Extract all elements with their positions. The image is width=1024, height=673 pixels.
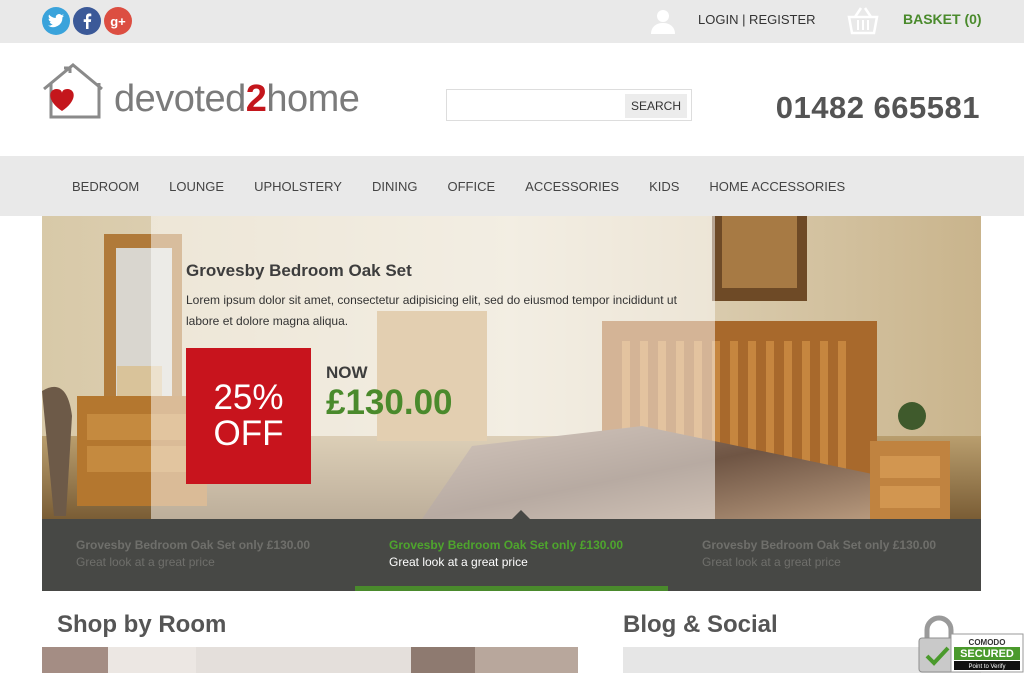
main-nav: BEDROOM LOUNGE UPHOLSTERY DINING OFFICE … bbox=[0, 156, 1024, 216]
hero-title: Grovesby Bedroom Oak Set bbox=[186, 261, 412, 280]
slide-tab-title: Grovesby Bedroom Oak Set only £130.00 bbox=[702, 538, 937, 552]
user-icon[interactable] bbox=[650, 8, 676, 34]
phone-number: 01482 665581 bbox=[775, 90, 980, 125]
login-register-link[interactable]: LOGIN | REGISTER bbox=[698, 12, 816, 27]
comodo-secured-badge[interactable]: COMODO SECURED Point to Verify bbox=[913, 614, 1024, 673]
slide-tab-subtitle: Great look at a great price bbox=[702, 555, 841, 569]
hero-bedroom-image bbox=[42, 216, 981, 519]
twitter-icon[interactable] bbox=[42, 7, 70, 35]
now-label: NOW bbox=[326, 363, 368, 382]
search-button[interactable]: SEARCH bbox=[624, 94, 687, 118]
nav-item-office[interactable]: OFFICE bbox=[447, 179, 495, 194]
blog-social-heading: Blog & Social bbox=[623, 611, 778, 638]
slider-tabs: Grovesby Bedroom Oak Set only £130.00 Gr… bbox=[42, 519, 981, 591]
logo-wordmark[interactable]: devoted2home bbox=[114, 78, 360, 121]
nav-item-bedroom[interactable]: BEDROOM bbox=[72, 179, 139, 194]
slide-tab-subtitle: Great look at a great price bbox=[76, 555, 215, 569]
facebook-icon[interactable] bbox=[73, 7, 101, 35]
search-box: SEARCH bbox=[446, 89, 692, 121]
slide-tab-title: Grovesby Bedroom Oak Set only £130.00 bbox=[389, 538, 624, 552]
nav-item-upholstery[interactable]: UPHOLSTERY bbox=[254, 179, 342, 194]
nav-item-dining[interactable]: DINING bbox=[372, 179, 418, 194]
active-slide-caret bbox=[512, 510, 530, 519]
hero-banner[interactable] bbox=[42, 216, 981, 519]
room-thumbnails[interactable] bbox=[42, 647, 578, 673]
slide-tab-3[interactable]: Grovesby Bedroom Oak Set only £130.00 Gr… bbox=[668, 519, 981, 591]
slide-tab-subtitle: Great look at a great price bbox=[389, 555, 528, 569]
basket-icon[interactable] bbox=[846, 6, 880, 36]
hero-description: Lorem ipsum dolor sit amet, consectetur … bbox=[186, 293, 677, 328]
slide-tab-1[interactable]: Grovesby Bedroom Oak Set only £130.00 Gr… bbox=[42, 519, 355, 591]
nav-item-kids[interactable]: KIDS bbox=[649, 179, 679, 194]
discount-badge: 25% OFF bbox=[186, 348, 311, 484]
nav-item-home-accessories[interactable]: HOME ACCESSORIES bbox=[709, 179, 845, 194]
discount-off: OFF bbox=[213, 414, 284, 453]
slide-tab-title: Grovesby Bedroom Oak Set only £130.00 bbox=[76, 538, 311, 552]
comodo-brand: COMODO bbox=[969, 638, 1006, 647]
shop-by-room-heading: Shop by Room bbox=[57, 611, 227, 638]
slide-tab-2[interactable]: Grovesby Bedroom Oak Set only £130.00 Gr… bbox=[355, 519, 668, 591]
comodo-verify-text: Point to Verify bbox=[968, 664, 1005, 670]
active-slide-indicator bbox=[355, 586, 668, 591]
google-plus-icon[interactable]: g+ bbox=[104, 7, 132, 35]
basket-link[interactable]: BASKET (0) bbox=[903, 11, 982, 27]
nav-item-accessories[interactable]: ACCESSORIES bbox=[525, 179, 619, 194]
nav-item-lounge[interactable]: LOUNGE bbox=[169, 179, 224, 194]
hero-price: £130.00 bbox=[326, 383, 453, 422]
comodo-secured-text: SECURED bbox=[960, 648, 1014, 660]
search-input[interactable] bbox=[451, 94, 627, 118]
discount-percent: 25% bbox=[213, 378, 284, 417]
